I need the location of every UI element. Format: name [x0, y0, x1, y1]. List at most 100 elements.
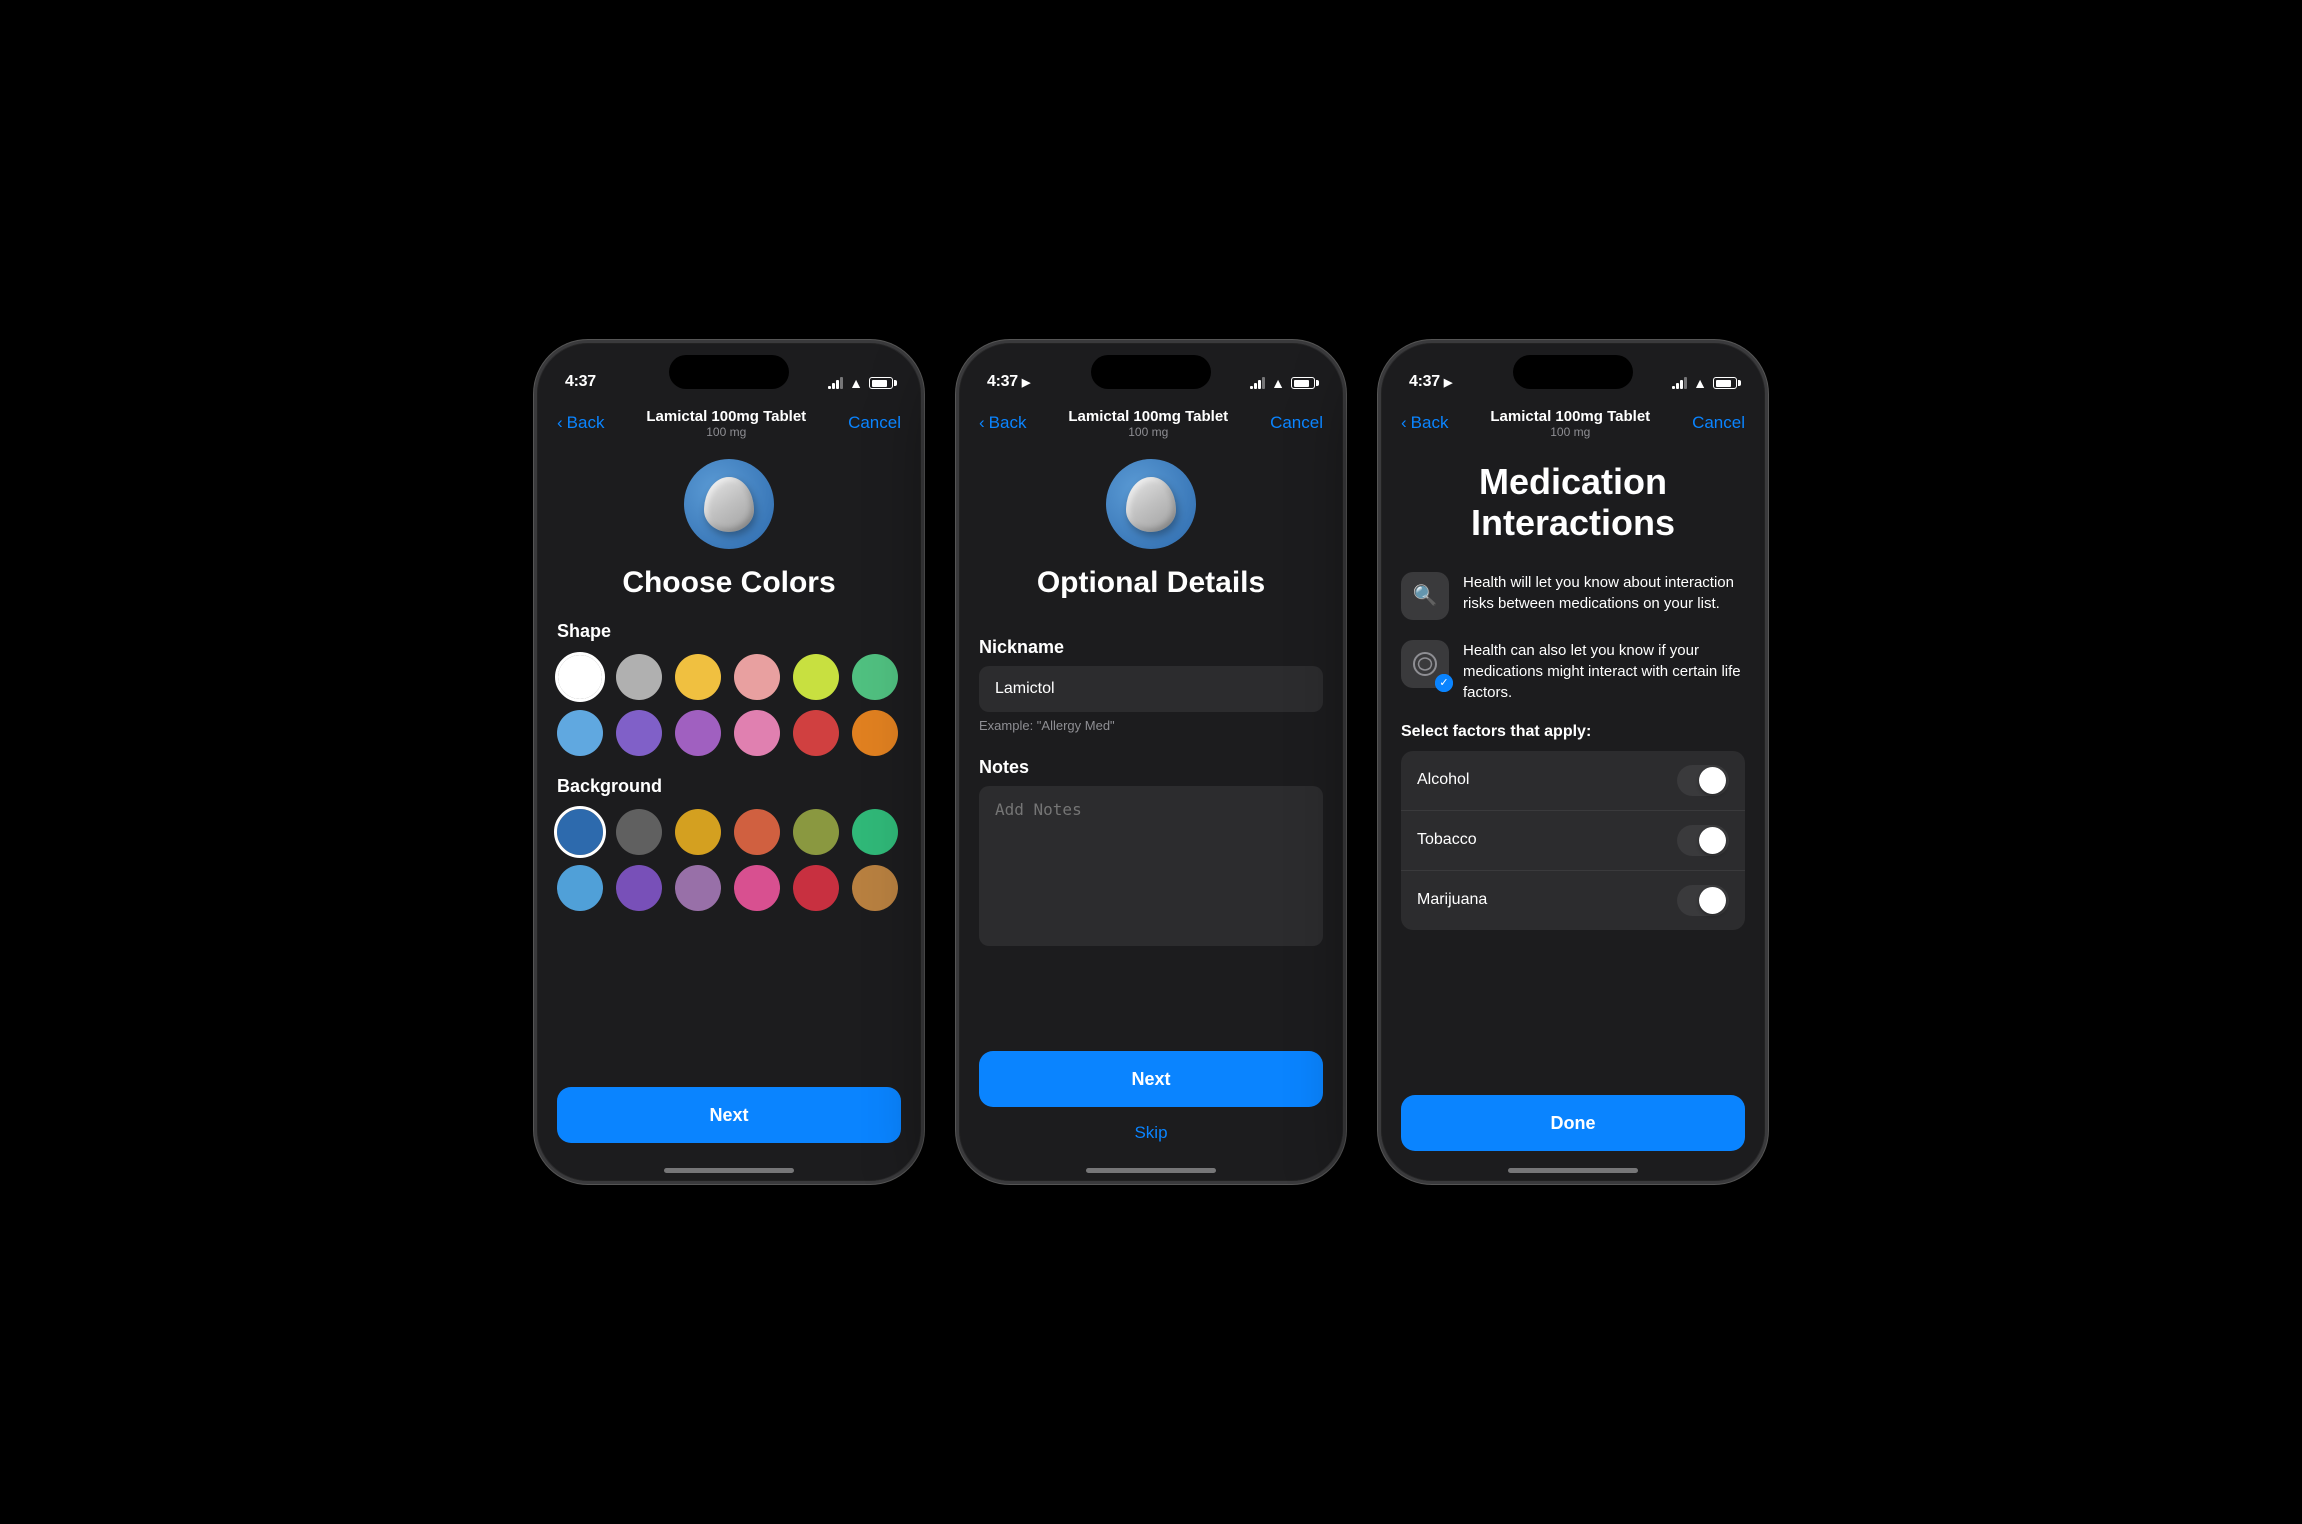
back-button-1[interactable]: ‹ Back	[557, 413, 604, 433]
interactions-svg	[1411, 650, 1439, 678]
location-icon-2: ▶	[1022, 376, 1030, 389]
bg-swatch-coral[interactable]	[734, 809, 780, 855]
screen-content-2: Optional Details Nickname Example: "Alle…	[959, 449, 1343, 1181]
home-indicator-2	[1086, 1168, 1216, 1173]
bg-swatch-violet[interactable]	[616, 865, 662, 911]
chevron-left-icon-3: ‹	[1401, 413, 1407, 433]
battery-icon-2	[1291, 377, 1315, 389]
chevron-left-icon-1: ‹	[557, 413, 563, 433]
wifi-icon-1: ▲	[849, 375, 863, 391]
factor-row-marijuana: Marijuana	[1401, 871, 1745, 930]
shape-swatch-pink[interactable]	[734, 654, 780, 700]
pill-icon-container-1	[557, 459, 901, 549]
nav-title-2: Lamictal 100mg Tablet 100 mg	[1026, 408, 1270, 439]
background-color-grid	[557, 809, 901, 911]
home-indicator-3	[1508, 1168, 1638, 1173]
background-label: Background	[557, 776, 901, 797]
shape-swatch-white[interactable]	[557, 654, 603, 700]
bg-swatch-mauve[interactable]	[675, 865, 721, 911]
battery-icon-3	[1713, 377, 1737, 389]
nav-title-3: Lamictal 100mg Tablet 100 mg	[1448, 408, 1692, 439]
nav-bar-3: ‹ Back Lamictal 100mg Tablet 100 mg Canc…	[1381, 397, 1765, 449]
bg-swatch-dark-blue[interactable]	[557, 809, 603, 855]
shape-color-grid	[557, 654, 901, 756]
dynamic-island-3	[1513, 355, 1633, 389]
factor-row-alcohol: Alcohol	[1401, 751, 1745, 811]
factor-name-alcohol: Alcohol	[1417, 771, 1469, 789]
shape-swatch-purple[interactable]	[675, 710, 721, 756]
pill-icon-2	[1106, 459, 1196, 549]
done-button[interactable]: Done	[1401, 1095, 1745, 1151]
shape-swatch-gray[interactable]	[616, 654, 662, 700]
signal-icon-1	[828, 377, 843, 389]
bg-swatch-tan[interactable]	[852, 865, 898, 911]
factor-name-marijuana: Marijuana	[1417, 891, 1487, 909]
wifi-icon-2: ▲	[1271, 375, 1285, 391]
notes-input[interactable]	[979, 786, 1323, 946]
interaction-text-2: Health can also let you know if your med…	[1463, 640, 1745, 703]
interaction-item-2: ✓ Health can also let you know if your m…	[1401, 640, 1745, 703]
dynamic-island-2	[1091, 355, 1211, 389]
bg-swatch-sky[interactable]	[557, 865, 603, 911]
interaction-item-1: 🔍 Health will let you know about interac…	[1401, 572, 1745, 620]
bg-swatch-olive[interactable]	[793, 809, 839, 855]
interactions-check-icon: ✓	[1401, 640, 1449, 688]
shape-swatch-yellow[interactable]	[675, 654, 721, 700]
phone-2: 4:37 ▶ ▲ ‹ Back Lamictal 100mg Tablet 10…	[956, 340, 1346, 1184]
shape-swatch-yellow-green[interactable]	[793, 654, 839, 700]
pill-icon-container-2	[979, 459, 1323, 549]
chevron-left-icon-2: ‹	[979, 413, 985, 433]
pill-icon-1	[684, 459, 774, 549]
skip-button[interactable]: Skip	[979, 1115, 1323, 1151]
status-time-1: 4:37	[565, 373, 596, 391]
shape-swatch-light-pink[interactable]	[734, 710, 780, 756]
shape-swatch-orange[interactable]	[852, 710, 898, 756]
nav-bar-1: ‹ Back Lamictal 100mg Tablet 100 mg Canc…	[537, 397, 921, 449]
bg-swatch-teal[interactable]	[852, 809, 898, 855]
nav-bar-2: ‹ Back Lamictal 100mg Tablet 100 mg Canc…	[959, 397, 1343, 449]
factors-list: Alcohol Tobacco Marijuana	[1401, 751, 1745, 930]
screen-title-2: Optional Details	[979, 565, 1323, 601]
next-button-2[interactable]: Next	[979, 1051, 1323, 1107]
bg-swatch-gray[interactable]	[616, 809, 662, 855]
pill-shape-1	[704, 477, 754, 532]
wifi-icon-3: ▲	[1693, 375, 1707, 391]
home-indicator-1	[664, 1168, 794, 1173]
location-icon-3: ▶	[1444, 376, 1452, 389]
back-button-3[interactable]: ‹ Back	[1401, 413, 1448, 433]
toggle-alcohol[interactable]	[1677, 765, 1729, 796]
back-button-2[interactable]: ‹ Back	[979, 413, 1026, 433]
shape-swatch-green[interactable]	[852, 654, 898, 700]
shape-swatch-blue[interactable]	[557, 710, 603, 756]
status-icons-1: ▲	[828, 375, 893, 391]
screen-content-1: Choose Colors Shape Background	[537, 449, 921, 1181]
status-time-3: 4:37	[1409, 373, 1440, 391]
screen-title-1: Choose Colors	[557, 565, 901, 601]
signal-icon-3	[1672, 377, 1687, 389]
shape-swatch-purple-blue[interactable]	[616, 710, 662, 756]
bg-swatch-hot-pink[interactable]	[734, 865, 780, 911]
notes-label: Notes	[979, 757, 1323, 778]
screen-content-3: Medication Interactions 🔍 Health will le…	[1381, 449, 1765, 1181]
dynamic-island	[669, 355, 789, 389]
cancel-button-2[interactable]: Cancel	[1270, 413, 1323, 433]
status-icons-3: ▲	[1672, 375, 1737, 391]
cancel-button-1[interactable]: Cancel	[848, 413, 901, 433]
status-icons-2: ▲	[1250, 375, 1315, 391]
nickname-hint: Example: "Allergy Med"	[979, 718, 1323, 733]
nickname-input[interactable]	[979, 666, 1323, 712]
toggle-tobacco[interactable]	[1677, 825, 1729, 856]
search-icon-interaction: 🔍	[1401, 572, 1449, 620]
factor-row-tobacco: Tobacco	[1401, 811, 1745, 871]
bg-swatch-gold[interactable]	[675, 809, 721, 855]
factor-name-tobacco: Tobacco	[1417, 831, 1477, 849]
status-time-2: 4:37	[987, 373, 1018, 391]
shape-label: Shape	[557, 621, 901, 642]
signal-icon-2	[1250, 377, 1265, 389]
bg-swatch-crimson[interactable]	[793, 865, 839, 911]
cancel-button-3[interactable]: Cancel	[1692, 413, 1745, 433]
toggle-marijuana[interactable]	[1677, 885, 1729, 916]
next-button-1[interactable]: Next	[557, 1087, 901, 1143]
battery-icon-1	[869, 377, 893, 389]
shape-swatch-red[interactable]	[793, 710, 839, 756]
